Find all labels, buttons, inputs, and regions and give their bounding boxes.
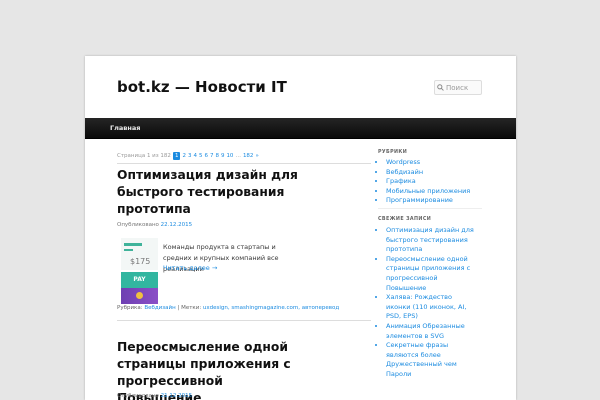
recent-post-label[interactable]: Оптимизация дизайн для быстрого тестиров…	[386, 226, 474, 253]
nav-item-home[interactable]: Главная	[110, 118, 140, 138]
page-next[interactable]: »	[255, 153, 258, 159]
page-link-current: 1	[172, 152, 181, 160]
recent-post-item[interactable]: Анимация Обрезанные элементов в SVG	[386, 322, 476, 341]
page-link[interactable]: 4	[193, 153, 197, 159]
page-link[interactable]: 3	[188, 153, 192, 159]
page-link[interactable]: 5	[199, 153, 203, 159]
page-container: bot.kz — Новости IT Поиск Главная Страни…	[85, 56, 516, 400]
search-input[interactable]: Поиск	[434, 80, 482, 95]
rubric-item-label[interactable]: Программирование	[386, 196, 453, 204]
post-meta: Опубликовано 21.12.2015	[117, 393, 192, 399]
divider	[378, 208, 482, 209]
tags-label: | Метки:	[177, 305, 202, 311]
page-link[interactable]: 10	[226, 153, 233, 159]
widget-title-recent: СВЕЖИЕ ЗАПИСИ	[378, 217, 432, 222]
page-ellipsis: …	[235, 153, 241, 159]
read-more-link[interactable]: Читать далее →	[163, 264, 217, 272]
divider	[117, 320, 371, 321]
rubric-item[interactable]: Графика	[386, 177, 491, 187]
rubric-item-label[interactable]: Графика	[386, 177, 416, 185]
thumbnail-bar	[124, 249, 133, 251]
post-date-link[interactable]: 22.12.2015	[161, 222, 193, 228]
page-link[interactable]: 2	[182, 153, 186, 159]
recent-post-item[interactable]: Переосмысление одной страницы приложения…	[386, 255, 476, 293]
thumbnail-pay-label: PAY	[121, 272, 158, 288]
main-nav: Главная	[85, 118, 516, 139]
page-link[interactable]: 6	[204, 153, 208, 159]
thumbnail-price: $175	[130, 257, 151, 266]
page-link[interactable]: 9	[221, 153, 225, 159]
page-link[interactable]: 7	[210, 153, 214, 159]
thumbnail-dot	[136, 292, 143, 299]
pagination: Страница 1 из 182 1 2 3 4 5 6 7 8 9 10 ……	[117, 152, 259, 160]
recent-post-label[interactable]: Переосмысление одной страницы приложения…	[386, 255, 470, 292]
post-meta: Опубликовано 22.12.2015	[117, 222, 192, 228]
rubric-item-label[interactable]: Wordpress	[386, 158, 420, 166]
rubric-item[interactable]: Вебдизайн	[386, 168, 491, 178]
recent-post-label[interactable]: Секретные фразы являются более Дружестве…	[386, 341, 457, 378]
divider	[117, 163, 371, 164]
search-placeholder: Поиск	[446, 83, 469, 92]
post-thumbnail[interactable]: $175 PAY	[121, 238, 158, 304]
rubric-label: Рубрика:	[117, 305, 143, 311]
page-link[interactable]: 8	[215, 153, 219, 159]
rubrics-list: Wordpress Вебдизайн Графика Мобильные пр…	[378, 158, 491, 206]
recent-post-label[interactable]: Халява: Рождество иконки (110 иконок, AI…	[386, 293, 466, 320]
recent-post-item[interactable]: Оптимизация дизайн для быстрого тестиров…	[386, 226, 476, 255]
post-title[interactable]: Переосмысление одной страницы приложения…	[117, 339, 307, 400]
post-date-link[interactable]: 21.12.2015	[161, 393, 193, 399]
post-footer: Рубрика: Вебдизайн | Метки: uxdesign, sm…	[117, 305, 339, 311]
rubric-item-label[interactable]: Вебдизайн	[386, 168, 423, 176]
recent-post-item[interactable]: Секретные фразы являются более Дружестве…	[386, 341, 476, 379]
post-meta-prefix: Опубликовано	[117, 393, 159, 399]
rubric-link[interactable]: Вебдизайн	[144, 305, 175, 311]
post-meta-prefix: Опубликовано	[117, 222, 159, 228]
thumbnail-bar	[124, 243, 142, 246]
rubric-item[interactable]: Wordpress	[386, 158, 491, 168]
rubric-item[interactable]: Программирование	[386, 196, 491, 206]
page-link[interactable]: 182	[243, 153, 254, 159]
site-title[interactable]: bot.kz — Новости IT	[117, 78, 287, 96]
search-icon	[435, 84, 446, 91]
recent-posts-list: Оптимизация дизайн для быстрого тестиров…	[378, 226, 476, 380]
pagination-label: Страница 1 из 182	[117, 153, 171, 159]
rubric-item-label[interactable]: Мобильные приложения	[386, 187, 470, 195]
recent-post-item[interactable]: Халява: Рождество иконки (110 иконок, AI…	[386, 293, 476, 322]
rubric-item[interactable]: Мобильные приложения	[386, 187, 491, 197]
recent-post-label[interactable]: Анимация Обрезанные элементов в SVG	[386, 322, 465, 340]
post-title[interactable]: Оптимизация дизайн для быстрого тестиров…	[117, 167, 317, 218]
tags-links[interactable]: uxdesign, smashingmagazine.com, автопере…	[203, 305, 339, 311]
widget-title-rubrics: РУБРИКИ	[378, 150, 408, 155]
